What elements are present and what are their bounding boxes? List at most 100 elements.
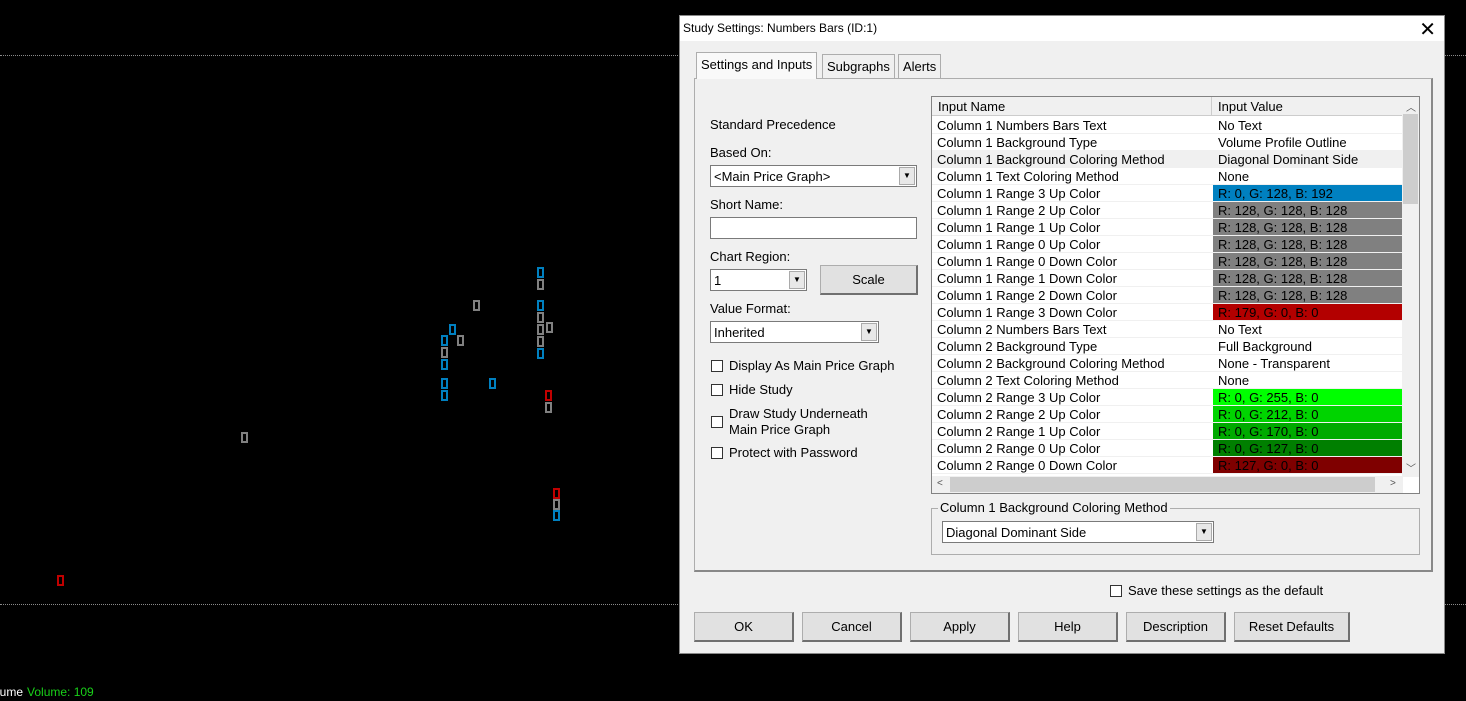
input-value[interactable]: R: 0, G: 127, B: 0 — [1213, 440, 1402, 456]
display-as-main-checkbox[interactable] — [711, 360, 723, 372]
grid-row[interactable]: Column 1 Range 1 Down Color R: 128, G: 12… — [932, 270, 1403, 287]
horizontal-scroll-thumb[interactable] — [950, 477, 1375, 492]
input-value[interactable]: R: 128, G: 128, B: 128 — [1213, 236, 1402, 252]
chevron-down-icon[interactable]: ▼ — [861, 323, 877, 341]
numbers-bar-cell — [553, 510, 560, 521]
grid-row[interactable]: Column 2 Background Type Full Background — [932, 338, 1403, 355]
grid-row[interactable]: Column 1 Background Coloring Method Diago… — [932, 151, 1403, 168]
grid-row[interactable]: Column 1 Background Type Volume Profile O… — [932, 134, 1403, 151]
input-value[interactable]: R: 0, G: 170, B: 0 — [1213, 423, 1402, 439]
cancel-button[interactable]: Cancel — [802, 612, 902, 642]
grid-row[interactable]: Column 2 Range 1 Up Color R: 0, G: 170, B… — [932, 423, 1403, 440]
input-value[interactable]: R: 128, G: 128, B: 128 — [1213, 287, 1402, 303]
grid-row[interactable]: Column 2 Range 2 Up Color R: 0, G: 212, B… — [932, 406, 1403, 423]
input-value[interactable]: R: 0, G: 212, B: 0 — [1213, 406, 1402, 422]
input-name: Column 1 Range 2 Up Color — [937, 203, 1101, 218]
input-name: Column 1 Text Coloring Method — [937, 169, 1119, 184]
ok-button[interactable]: OK — [694, 612, 794, 642]
input-value[interactable]: R: 0, G: 255, B: 0 — [1213, 389, 1402, 405]
scroll-left-icon[interactable]: < — [937, 478, 943, 489]
protect-password-checkbox[interactable] — [711, 447, 723, 459]
input-value[interactable]: R: 128, G: 128, B: 128 — [1213, 202, 1402, 218]
input-value[interactable]: No Text — [1213, 117, 1402, 133]
grid-row[interactable]: Column 1 Range 2 Down Color R: 128, G: 12… — [932, 287, 1403, 304]
grid-row[interactable]: Column 1 Text Coloring Method None — [932, 168, 1403, 185]
selected-input-select[interactable]: Diagonal Dominant Side ▼ — [942, 521, 1214, 543]
value-format-select[interactable]: Inherited ▼ — [710, 321, 879, 343]
dialog-title: Study Settings: Numbers Bars (ID:1) — [683, 21, 878, 35]
input-value[interactable]: R: 127, G: 0, B: 0 — [1213, 457, 1402, 473]
input-name: Column 1 Background Type — [937, 135, 1098, 150]
column-header-input-value[interactable]: Input Value — [1218, 99, 1283, 114]
input-value[interactable]: No Text — [1213, 321, 1402, 337]
help-button[interactable]: Help — [1018, 612, 1118, 642]
tab-subgraphs[interactable]: Subgraphs — [822, 54, 895, 78]
chevron-down-icon[interactable]: ▼ — [789, 271, 805, 289]
short-name-input[interactable] — [710, 217, 917, 239]
input-value[interactable]: R: 128, G: 128, B: 128 — [1213, 270, 1402, 286]
based-on-select[interactable]: <Main Price Graph> ▼ — [710, 165, 917, 187]
input-value[interactable]: Volume Profile Outline — [1213, 134, 1402, 150]
numbers-bar-cell — [449, 324, 456, 335]
title-bar[interactable]: Study Settings: Numbers Bars (ID:1) ✕ — [680, 16, 1444, 41]
grid-row[interactable]: Column 1 Range 0 Up Color R: 128, G: 128,… — [932, 236, 1403, 253]
grid-row[interactable]: Column 1 Range 3 Down Color R: 179, G: 0,… — [932, 304, 1403, 321]
save-default-checkbox[interactable] — [1110, 585, 1122, 597]
grid-row[interactable]: Column 2 Range 0 Down Color R: 127, G: 0,… — [932, 457, 1403, 474]
apply-button[interactable]: Apply — [910, 612, 1010, 642]
tab-alerts[interactable]: Alerts — [898, 54, 942, 78]
grid-row[interactable]: Column 2 Range 0 Up Color R: 0, G: 127, B… — [932, 440, 1403, 457]
numbers-bar-cell — [553, 499, 560, 510]
grid-row[interactable]: Column 2 Background Coloring Method None … — [932, 355, 1403, 372]
input-value[interactable]: R: 128, G: 128, B: 128 — [1213, 219, 1402, 235]
inputs-grid: Input Name Input Value Column 1 Numbers … — [931, 96, 1420, 494]
column-header-input-name[interactable]: Input Name — [938, 99, 1005, 114]
numbers-bar-cell — [545, 390, 552, 401]
input-value[interactable]: None - Transparent — [1213, 355, 1402, 371]
grid-row[interactable]: Column 1 Range 2 Up Color R: 128, G: 128,… — [932, 202, 1403, 219]
numbers-bar-cell — [537, 267, 544, 278]
scale-button[interactable]: Scale — [820, 265, 918, 295]
input-value[interactable]: R: 128, G: 128, B: 128 — [1213, 253, 1402, 269]
study-settings-dialog: Study Settings: Numbers Bars (ID:1) ✕ Se… — [679, 15, 1445, 654]
scroll-up-icon[interactable]: ︿ — [1406, 99, 1416, 114]
input-value[interactable]: R: 0, G: 128, B: 192 — [1213, 185, 1402, 201]
tab-settings-and-inputs[interactable]: Settings and Inputs — [696, 52, 818, 79]
protect-password-label: Protect with Password — [729, 445, 858, 460]
input-value[interactable]: R: 179, G: 0, B: 0 — [1213, 304, 1402, 320]
grid-row[interactable]: Column 1 Range 3 Up Color R: 0, G: 128, B… — [932, 185, 1403, 202]
input-value[interactable]: None — [1213, 372, 1402, 388]
vertical-scroll-thumb[interactable] — [1403, 114, 1418, 204]
standard-precedence-label: Standard Precedence — [710, 117, 836, 132]
chevron-down-icon[interactable]: ▼ — [1196, 523, 1212, 541]
vertical-scrollbar[interactable]: ︿ ﹀ — [1402, 97, 1419, 477]
grid-row[interactable]: Column 1 Numbers Bars Text No Text — [932, 117, 1403, 134]
reset-defaults-button[interactable]: Reset Defaults — [1234, 612, 1350, 642]
numbers-bar-cell — [57, 575, 64, 586]
numbers-bar-cell — [473, 300, 480, 311]
chevron-down-icon[interactable]: ▼ — [899, 167, 915, 185]
selected-input-label: Column 1 Background Coloring Method — [938, 500, 1170, 515]
numbers-bar-cell — [441, 335, 448, 346]
grid-row[interactable]: Column 2 Range 3 Up Color R: 0, G: 255, B… — [932, 389, 1403, 406]
input-value[interactable]: Full Background — [1213, 338, 1402, 354]
scroll-right-icon[interactable]: > — [1390, 478, 1396, 489]
input-value[interactable]: None — [1213, 168, 1402, 184]
input-name: Column 1 Range 2 Down Color — [937, 288, 1117, 303]
numbers-bar-cell — [545, 402, 552, 413]
input-value[interactable]: Diagonal Dominant Side — [1213, 151, 1402, 167]
input-name: Column 2 Range 0 Up Color — [937, 441, 1101, 456]
close-icon[interactable]: ✕ — [1419, 17, 1436, 42]
grid-row[interactable]: Column 2 Numbers Bars Text No Text — [932, 321, 1403, 338]
grid-row[interactable]: Column 2 Text Coloring Method None — [932, 372, 1403, 389]
grid-row[interactable]: Column 1 Range 1 Up Color R: 128, G: 128,… — [932, 219, 1403, 236]
scroll-down-icon[interactable]: ﹀ — [1406, 460, 1416, 475]
description-button[interactable]: Description — [1126, 612, 1226, 642]
chart-region-value: 1 — [714, 273, 722, 288]
save-default-label: Save these settings as the default — [1128, 583, 1324, 598]
draw-underneath-checkbox[interactable] — [711, 416, 723, 428]
grid-row[interactable]: Column 1 Range 0 Down Color R: 128, G: 12… — [932, 253, 1403, 270]
chart-region-select[interactable]: 1 ▼ — [710, 269, 807, 291]
horizontal-scrollbar[interactable]: < > — [932, 476, 1403, 493]
hide-study-checkbox[interactable] — [711, 384, 723, 396]
